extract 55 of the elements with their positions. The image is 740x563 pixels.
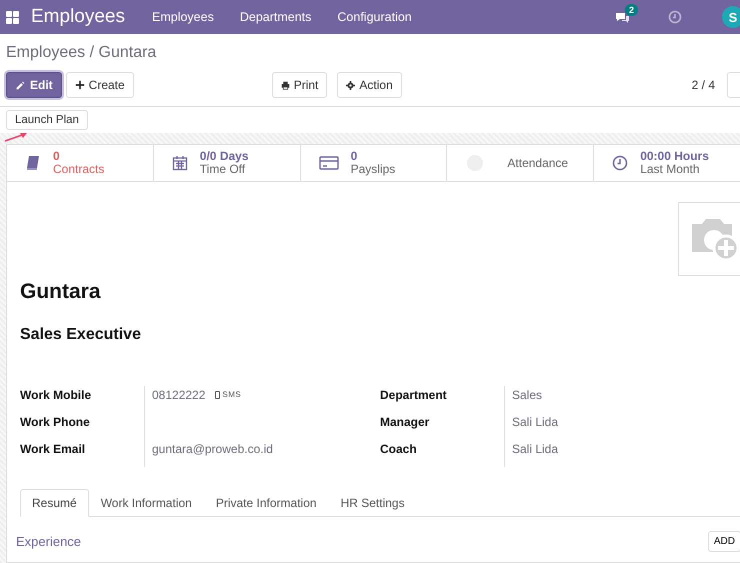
action-button[interactable]: Action xyxy=(337,72,402,98)
field-label: Manager xyxy=(380,414,430,431)
nav-menu-item[interactable]: Departments xyxy=(226,10,324,24)
pager-button[interactable] xyxy=(727,72,740,98)
stat-button[interactable]: 0 Payslips xyxy=(300,145,448,181)
field-value[interactable]: Sales xyxy=(512,388,542,402)
add-button[interactable]: ADD xyxy=(708,531,740,552)
stat-button[interactable]: 00:00 Hours Last Month xyxy=(594,145,740,181)
notebook-tab[interactable]: Work Information xyxy=(88,489,204,517)
clock-icon xyxy=(668,10,682,24)
edit-button[interactable]: Edit xyxy=(6,72,62,98)
app-title: Employees xyxy=(31,6,125,28)
nav-menu-item[interactable]: Configuration xyxy=(324,10,425,24)
breadcrumb-separator: / xyxy=(90,44,94,61)
annotation-arrow xyxy=(4,132,28,142)
chat-icon xyxy=(615,10,630,24)
field-label: Work Mobile xyxy=(20,387,92,404)
pager-counter: 2 / 4 xyxy=(692,78,715,92)
field-label: Work Email xyxy=(20,441,86,458)
nav-menu-item[interactable]: Employees xyxy=(139,10,227,24)
field-value: 08122222 xyxy=(152,388,206,402)
clock-icon xyxy=(612,155,628,171)
mobile-icon xyxy=(215,390,220,398)
section-title: Experience xyxy=(16,534,82,549)
apps-grid-icon xyxy=(6,10,19,24)
field-value: guntara@proweb.co.id xyxy=(152,442,273,456)
employee-name: Guntara xyxy=(20,280,102,304)
field-label: Department xyxy=(380,387,448,404)
printer-icon xyxy=(280,80,290,90)
notebook-tab[interactable]: Private Information xyxy=(204,489,329,517)
launch-plan-button[interactable]: Launch Plan xyxy=(6,110,88,130)
create-button[interactable]: Create xyxy=(66,72,134,98)
photo-placeholder[interactable] xyxy=(678,202,740,276)
field-value[interactable]: Sali Lida xyxy=(512,415,558,429)
message-count-badge: 2 xyxy=(624,4,638,16)
user-avatar[interactable]: S xyxy=(722,6,740,28)
stat-button[interactable]: 0 Contracts xyxy=(7,145,154,181)
breadcrumb-current: Guntara xyxy=(98,44,156,61)
sms-link[interactable]: SMS xyxy=(215,388,242,399)
field-label: Work Phone xyxy=(20,414,91,431)
notebook-tab[interactable]: Resumé xyxy=(20,489,89,517)
gear-icon xyxy=(346,80,356,90)
credit-card-icon xyxy=(318,154,339,172)
book-icon xyxy=(25,155,41,171)
breadcrumb-link[interactable]: Employees xyxy=(6,44,86,61)
field-value[interactable]: Sali Lida xyxy=(512,442,558,456)
notebook-tab[interactable]: HR Settings xyxy=(328,489,417,517)
calendar-icon xyxy=(172,155,188,171)
stat-button[interactable]: Attendance xyxy=(447,145,594,181)
stat-button[interactable]: 0/0 Days Time Off xyxy=(154,145,301,181)
field-label: Coach xyxy=(380,441,418,458)
plus-icon xyxy=(74,80,85,90)
print-button[interactable]: Print xyxy=(272,72,328,98)
job-title: Sales Executive xyxy=(20,326,142,344)
pencil-icon xyxy=(15,80,26,90)
